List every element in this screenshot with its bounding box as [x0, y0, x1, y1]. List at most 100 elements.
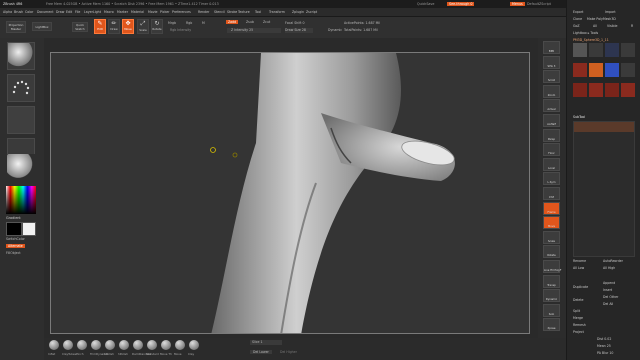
draw-size-slider[interactable]: Draw Size 28 — [285, 28, 313, 33]
menu-item-file[interactable]: File — [75, 10, 80, 14]
autoreorder-button[interactable]: AutoReorder — [603, 259, 623, 263]
all-high-button[interactable]: All High — [603, 266, 615, 270]
projection-master-button[interactable]: Projection Master — [6, 21, 26, 33]
import-button[interactable]: Import — [605, 10, 616, 14]
goz-r-button[interactable]: R — [631, 24, 633, 28]
menu-item-layer[interactable]: Layer — [84, 10, 93, 14]
m-button[interactable]: M — [202, 21, 205, 25]
remesh-button[interactable]: Remesh — [573, 323, 586, 327]
alternate-button[interactable]: Alternate — [6, 244, 25, 248]
gradient-toggle[interactable]: Gradient — [6, 216, 21, 220]
switch-color-button[interactable]: SwitchColor — [6, 237, 25, 241]
shelf-button-xpose[interactable]: Xpose — [543, 318, 560, 332]
zcut-button[interactable]: Zcut — [263, 20, 270, 24]
color-picker[interactable] — [6, 186, 36, 214]
del-all-button[interactable]: Del All — [603, 302, 613, 306]
menu-item-picker[interactable]: Picker — [160, 10, 170, 14]
menu-item-transform[interactable]: Transform — [269, 10, 285, 14]
menu-item-color[interactable]: Color — [25, 10, 33, 14]
tool-thumb-polysphere-icon[interactable] — [573, 83, 587, 97]
tool-thumb-sphere-icon[interactable] — [573, 43, 587, 57]
see-through-slider[interactable]: See-through 0 — [447, 1, 475, 6]
tool-thumb-simplebrush-icon[interactable] — [589, 63, 603, 77]
rotate-button[interactable]: ↻ Rotate — [151, 19, 163, 34]
merge-button[interactable]: Merge — [573, 316, 583, 320]
tool-palette[interactable] — [573, 43, 635, 111]
shelf-button-spix-3[interactable]: SPix 3 — [543, 55, 560, 69]
brush-inflat-icon[interactable] — [49, 340, 59, 350]
main-color-swatch[interactable] — [6, 222, 22, 236]
append-button[interactable]: Append — [603, 281, 615, 285]
material-selector-icon[interactable] — [7, 154, 35, 182]
shelf-button-scroll[interactable]: Scroll — [543, 70, 560, 84]
shelf-button-dynamic[interactable]: Dynamic — [543, 289, 560, 303]
menus-toggle[interactable]: Menus — [510, 1, 525, 6]
menu-item-macro[interactable]: Macro — [104, 10, 114, 14]
menu-item-tool[interactable]: Tool — [255, 10, 261, 14]
alpha-selector-icon[interactable] — [7, 106, 35, 134]
shelf-button-solo[interactable]: Solo — [543, 303, 560, 317]
rgb-button[interactable]: Rgb — [186, 21, 192, 25]
brush-move-th-icon[interactable] — [161, 340, 171, 350]
mrgb-button[interactable]: Mrgb — [168, 21, 176, 25]
viewport[interactable] — [50, 52, 530, 334]
shelf-button-xyz[interactable]: XYZ — [543, 187, 560, 200]
shelf-button-persp[interactable]: Persp — [543, 128, 560, 142]
shelf-button-move[interactable]: Move — [543, 216, 560, 230]
menu-item-stencil[interactable]: Stencil — [214, 10, 225, 14]
tool-thumb-cylinder-icon[interactable] — [621, 63, 635, 77]
shelf-button-line-fill-polyf[interactable]: Line Fill PolyF — [543, 260, 561, 273]
menu-item-brush[interactable]: Brush — [14, 10, 23, 14]
rgb-intensity-slider[interactable]: Rgb Intensity — [170, 28, 191, 32]
goz-all-button[interactable]: All — [593, 24, 597, 28]
menu-item-document[interactable]: Document — [37, 10, 54, 14]
slice-slider[interactable]: Slice 1 — [250, 340, 282, 345]
goz-button[interactable]: GoZ — [573, 24, 580, 28]
shelf-button-floor[interactable]: Floor — [543, 143, 560, 157]
clone-button[interactable]: Clone — [573, 17, 582, 21]
menu-item-zscript[interactable]: Zscript — [306, 10, 317, 14]
brush-pinch-icon[interactable] — [77, 340, 87, 350]
edit-button[interactable]: ✎ Edit — [94, 19, 106, 34]
menu-item-stroke[interactable]: Stroke — [227, 10, 237, 14]
tool-thumb-cube-icon[interactable] — [573, 63, 587, 77]
menu-item-draw[interactable]: Draw — [56, 10, 64, 14]
menu-item-edit[interactable]: Edit — [66, 10, 72, 14]
shelf-button-bpr[interactable]: BPR — [543, 41, 560, 54]
all-low-button[interactable]: All Low — [573, 266, 584, 270]
secondary-color-swatch[interactable] — [22, 222, 36, 236]
shelf-button-rotate[interactable]: Rotate — [543, 245, 560, 259]
shelf-button-l-sym[interactable]: L.Sym — [543, 172, 560, 186]
zadd-button[interactable]: Zadd — [226, 20, 239, 24]
menu-item-zplugin[interactable]: Zplugin — [292, 10, 304, 14]
export-button[interactable]: Export — [573, 10, 583, 14]
quick-sketch-button[interactable]: Quick Sketch — [72, 22, 88, 32]
menu-item-render[interactable]: Render — [198, 10, 209, 14]
shelf-button-actual[interactable]: Actual — [543, 99, 560, 113]
del-higher-button[interactable]: Del Higher — [280, 350, 297, 354]
brush-trimdynamic-icon[interactable] — [91, 340, 101, 350]
rename-button[interactable]: Rename — [573, 259, 586, 263]
del-lower-button[interactable]: Del Lower — [250, 350, 272, 354]
scale-button[interactable]: ⤢ Scale — [137, 19, 149, 34]
dynamic-toggle[interactable]: Dynamic — [328, 28, 342, 32]
tool-thumb-hand-icon[interactable] — [589, 43, 603, 57]
shelf-button-local[interactable]: Local — [543, 157, 560, 171]
tool-thumb-eraser-icon[interactable] — [605, 63, 619, 77]
menu-item-preferences[interactable]: Preferences — [172, 10, 191, 14]
split-button[interactable]: Split — [573, 309, 580, 313]
menu-item-movie[interactable]: Movie — [148, 10, 157, 14]
z-intensity-slider[interactable]: Z Intensity 25 — [227, 28, 281, 33]
brush-selector-icon[interactable] — [7, 42, 35, 70]
subtool-header[interactable]: SubTool — [573, 115, 585, 119]
pa-blur-slider[interactable]: PA Blur 10 — [597, 351, 613, 355]
draw-button[interactable]: ✏ Draw — [108, 19, 120, 34]
zsub-button[interactable]: Zsub — [246, 20, 254, 24]
shelf-button-frame[interactable]: Frame — [543, 201, 560, 215]
focal-shift-slider[interactable]: Focal Shift 0 — [285, 21, 305, 25]
menu-item-light[interactable]: Light — [93, 10, 101, 14]
brush-move-icon[interactable] — [175, 340, 185, 350]
brush-hpolish-icon[interactable] — [119, 340, 129, 350]
move-button[interactable]: ✥ Move — [122, 19, 134, 34]
fill-object-button[interactable]: FillObject — [6, 251, 21, 255]
